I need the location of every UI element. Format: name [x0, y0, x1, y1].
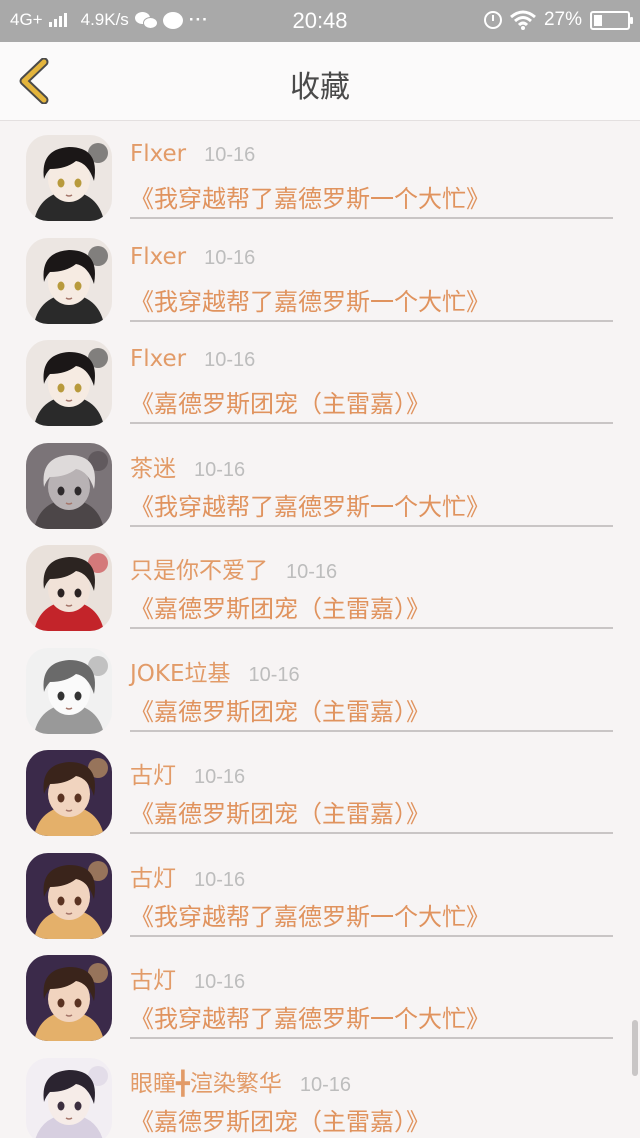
- avatar[interactable]: [26, 135, 112, 221]
- status-right: 27%: [483, 9, 633, 31]
- item-date: 10-16: [248, 663, 300, 686]
- divider: [130, 319, 613, 322]
- item-date: 10-16: [194, 868, 246, 891]
- avatar[interactable]: [26, 852, 112, 939]
- list-item[interactable]: Flxer 10-16 《嘉德罗斯团宠（主雷嘉）》: [0, 326, 640, 429]
- item-content: 茶迷 10-16 《我穿越帮了嘉德罗斯一个大忙》: [130, 449, 613, 522]
- favorites-list[interactable]: Flxer 10-16 《我穿越帮了嘉德罗斯一个大忙》 Flxer 10-16 《我穿越…: [0, 121, 640, 1138]
- book-title[interactable]: 《嘉德罗斯团宠（主雷嘉）》: [130, 1102, 613, 1137]
- item-content: 眼瞳╋渲染繁华 10-16 《嘉德罗斯团宠（主雷嘉）》: [130, 1064, 613, 1137]
- item-header: 眼瞳╋渲染繁华 10-16: [130, 1064, 613, 1100]
- item-date: 10-16: [194, 766, 246, 788]
- back-button[interactable]: [14, 57, 58, 105]
- item-date: 10-16: [286, 561, 338, 583]
- book-title[interactable]: 《嘉德罗斯团宠（主雷嘉）》: [130, 794, 613, 829]
- scrollbar[interactable]: [632, 1020, 638, 1076]
- avatar[interactable]: [26, 1057, 112, 1138]
- book-title[interactable]: 《嘉德罗斯团宠（主雷嘉）》: [130, 589, 613, 624]
- divider: [130, 832, 613, 834]
- item-date: 10-16: [204, 349, 256, 371]
- status-bar: 4G+ 4.9K/s ··· 20:48 27%: [0, 0, 640, 42]
- divider: [130, 217, 613, 219]
- user-name[interactable]: 只是你不爱了: [130, 551, 268, 585]
- item-content: JOKE垃基 10-16 《嘉德罗斯团宠（主雷嘉）》: [130, 654, 613, 727]
- divider: [130, 729, 613, 732]
- item-date: 10-16: [194, 458, 246, 481]
- divider: [130, 1037, 613, 1039]
- book-title[interactable]: 《嘉德罗斯团宠（主雷嘉）》: [130, 692, 613, 727]
- page-title: 收藏: [290, 70, 350, 105]
- book-title[interactable]: 《我穿越帮了嘉德罗斯一个大忙》: [130, 897, 613, 932]
- book-title[interactable]: 《我穿越帮了嘉德罗斯一个大忙》: [130, 999, 613, 1034]
- user-name[interactable]: 眼瞳╋渲染繁华: [130, 1064, 282, 1098]
- list-item[interactable]: 古灯 10-16 《嘉德罗斯团宠（主雷嘉）》: [0, 736, 640, 839]
- user-name[interactable]: Flxer: [130, 244, 186, 270]
- item-content: 古灯 10-16 《我穿越帮了嘉德罗斯一个大忙》: [130, 859, 613, 932]
- book-title[interactable]: 《我穿越帮了嘉德罗斯一个大忙》: [130, 179, 613, 214]
- item-content: 古灯 10-16 《我穿越帮了嘉德罗斯一个大忙》: [130, 961, 613, 1034]
- item-header: 古灯 10-16: [130, 859, 613, 895]
- battery-percent: 27%: [543, 9, 582, 30]
- divider: [130, 627, 613, 629]
- item-header: 古灯 10-16: [130, 756, 613, 792]
- item-content: Flxer 10-16 《我穿越帮了嘉德罗斯一个大忙》: [130, 244, 613, 317]
- list-item[interactable]: 茶迷 10-16 《我穿越帮了嘉德罗斯一个大忙》: [0, 429, 640, 532]
- item-date: 10-16: [194, 971, 246, 993]
- item-header: Flxer 10-16: [130, 346, 613, 382]
- book-title[interactable]: 《我穿越帮了嘉德罗斯一个大忙》: [130, 487, 613, 522]
- avatar[interactable]: [26, 545, 112, 631]
- item-header: Flxer 10-16: [130, 141, 613, 177]
- item-date: 10-16: [204, 246, 256, 269]
- list-item[interactable]: JOKE垃基 10-16 《嘉德罗斯团宠（主雷嘉）》: [0, 634, 640, 737]
- avatar[interactable]: [26, 340, 112, 426]
- list-item[interactable]: 只是你不爱了 10-16 《嘉德罗斯团宠（主雷嘉）》: [0, 531, 640, 634]
- user-name[interactable]: 古灯: [130, 961, 176, 995]
- item-header: 茶迷 10-16: [130, 449, 613, 485]
- book-title[interactable]: 《嘉德罗斯团宠（主雷嘉）》: [130, 384, 613, 419]
- avatar[interactable]: [26, 442, 112, 529]
- item-content: 只是你不爱了 10-16 《嘉德罗斯团宠（主雷嘉）》: [130, 551, 613, 624]
- user-name[interactable]: JOKE垃基: [130, 654, 231, 688]
- list-item[interactable]: Flxer 10-16 《我穿越帮了嘉德罗斯一个大忙》: [0, 224, 640, 327]
- item-date: 10-16: [299, 1073, 352, 1096]
- header-bar: 收藏: [0, 42, 640, 121]
- avatar[interactable]: [26, 647, 112, 734]
- user-name[interactable]: Flxer: [130, 346, 186, 372]
- divider: [130, 524, 613, 527]
- user-name[interactable]: Flxer: [130, 141, 186, 167]
- avatar[interactable]: [26, 750, 112, 836]
- item-header: JOKE垃基 10-16: [130, 654, 613, 690]
- item-header: 只是你不爱了 10-16: [130, 551, 613, 587]
- divider: [130, 422, 613, 424]
- list-item[interactable]: Flxer 10-16 《我穿越帮了嘉德罗斯一个大忙》: [0, 121, 640, 224]
- user-name[interactable]: 茶迷: [130, 449, 176, 483]
- alarm-icon: [483, 11, 502, 29]
- list-item[interactable]: 古灯 10-16 《我穿越帮了嘉德罗斯一个大忙》: [0, 839, 640, 942]
- item-date: 10-16: [204, 144, 256, 166]
- user-name[interactable]: 古灯: [130, 756, 176, 790]
- item-content: Flxer 10-16 《嘉德罗斯团宠（主雷嘉）》: [130, 346, 613, 419]
- item-header: Flxer 10-16: [130, 244, 613, 280]
- battery-icon: [590, 10, 633, 30]
- wifi-icon: [510, 10, 536, 30]
- avatar[interactable]: [26, 237, 112, 324]
- book-title[interactable]: 《我穿越帮了嘉德罗斯一个大忙》: [130, 282, 613, 317]
- avatar[interactable]: [26, 955, 112, 1041]
- user-name[interactable]: 古灯: [130, 859, 176, 893]
- chevron-left-icon: [19, 57, 49, 105]
- item-header: 古灯 10-16: [130, 961, 613, 997]
- item-content: Flxer 10-16 《我穿越帮了嘉德罗斯一个大忙》: [130, 141, 613, 214]
- list-item[interactable]: 古灯 10-16 《我穿越帮了嘉德罗斯一个大忙》: [0, 941, 640, 1044]
- divider: [130, 934, 613, 937]
- list-item[interactable]: 眼瞳╋渲染繁华 10-16 《嘉德罗斯团宠（主雷嘉）》: [0, 1044, 640, 1138]
- item-content: 古灯 10-16 《嘉德罗斯团宠（主雷嘉）》: [130, 756, 613, 829]
